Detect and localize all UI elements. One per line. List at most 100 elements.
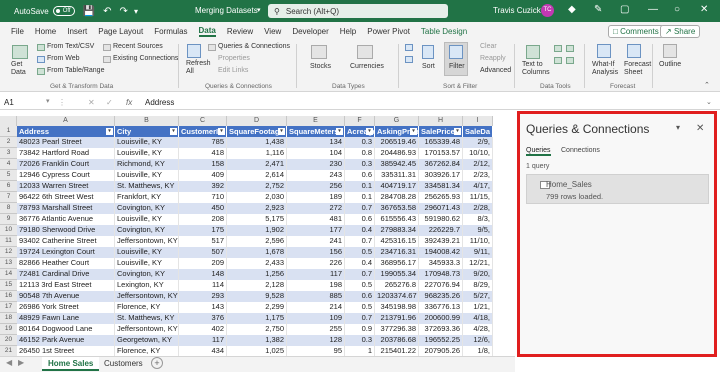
table-cell[interactable]: 1,902 (227, 225, 287, 236)
column-header[interactable]: G (375, 116, 419, 126)
table-cell[interactable]: 4/28, (463, 324, 493, 335)
table-cell[interactable]: 303926.17 (419, 170, 463, 181)
reapply-button[interactable]: Reapply (480, 55, 506, 62)
table-cell[interactable]: 2,030 (227, 192, 287, 203)
table-cell[interactable]: 0.6 (345, 291, 375, 302)
table-cell[interactable]: 128 (287, 335, 345, 346)
table-cell[interactable]: Louisville, KY (115, 170, 179, 181)
table-cell[interactable]: 293 (179, 291, 227, 302)
table-cell[interactable]: 255 (287, 324, 345, 335)
cancel-icon[interactable]: ✕ (88, 96, 95, 110)
table-cell[interactable]: 9/20, (463, 269, 493, 280)
table-cell[interactable]: 0.3 (345, 159, 375, 170)
share-button[interactable]: ↗ Share (660, 25, 701, 38)
undo-icon[interactable]: ↶ (103, 6, 111, 17)
sort-za-icon[interactable] (405, 56, 413, 63)
table-header-cell[interactable]: CustomerID ▾ (179, 126, 227, 137)
table-cell[interactable]: 2/12, (463, 159, 493, 170)
table-cell[interactable]: 0.8 (345, 148, 375, 159)
table-cell[interactable]: 368956.17 (375, 258, 419, 269)
tab-view[interactable]: View (264, 27, 281, 36)
table-cell[interactable]: 409 (179, 170, 227, 181)
customize-qat-icon[interactable]: ▾ (134, 7, 138, 16)
table-cell[interactable]: 2/23, (463, 170, 493, 181)
tab-file[interactable]: File (11, 27, 24, 36)
table-cell[interactable]: 450 (179, 203, 227, 214)
table-header-cell[interactable]: Acreage ▾ (345, 126, 375, 137)
filter-dropdown-icon[interactable]: ▾ (336, 128, 343, 135)
add-sheet-button[interactable]: + (151, 357, 163, 369)
table-cell[interactable]: 213791.96 (375, 313, 419, 324)
minimize-icon[interactable]: — (648, 4, 658, 15)
table-cell[interactable]: 279883.34 (375, 225, 419, 236)
table-cell[interactable]: 265276.8 (375, 280, 419, 291)
table-cell[interactable]: 143 (179, 302, 227, 313)
scroll-tabs-right-icon[interactable]: ▶ (18, 358, 24, 367)
table-cell[interactable]: 12113 3rd East Street (17, 280, 115, 291)
table-cell[interactable]: 198 (287, 280, 345, 291)
properties-button[interactable]: Properties (218, 55, 250, 62)
enter-icon[interactable]: ✓ (106, 96, 113, 110)
row-header[interactable]: 18 (0, 313, 17, 324)
ribbon-display-icon[interactable]: ▢ (620, 4, 629, 15)
table-cell[interactable]: 2,299 (227, 302, 287, 313)
clear-button[interactable]: Clear (480, 43, 497, 50)
table-cell[interactable]: 367262.84 (419, 159, 463, 170)
table-cell[interactable]: 0.3 (345, 137, 375, 148)
filter-dropdown-icon[interactable]: ▾ (106, 128, 113, 135)
tab-formulas[interactable]: Formulas (154, 27, 187, 36)
sort-button[interactable]: Sort (422, 63, 435, 70)
row-header[interactable]: 8 (0, 203, 17, 214)
tab-queries[interactable]: Queries (526, 147, 551, 156)
sort-az-icon[interactable] (405, 44, 413, 51)
table-cell[interactable]: 2/9, (463, 137, 493, 148)
table-cell[interactable]: 2,923 (227, 203, 287, 214)
table-cell[interactable]: Jeffersontown, KY (115, 236, 179, 247)
table-cell[interactable]: 48929 Fawn Lane (17, 313, 115, 324)
pen-icon[interactable]: ✎ (594, 4, 602, 15)
row-header[interactable]: 10 (0, 225, 17, 236)
tab-table-design[interactable]: Table Design (421, 27, 467, 36)
flash-fill-icon[interactable] (554, 45, 562, 52)
existing-connections-button[interactable]: Existing Connections (113, 55, 178, 62)
table-cell[interactable]: 785 (179, 137, 227, 148)
table-cell[interactable]: 104 (287, 148, 345, 159)
column-header[interactable]: E (287, 116, 345, 126)
table-cell[interactable]: 591980.62 (419, 214, 463, 225)
table-cell[interactable]: Lexington, KY (115, 280, 179, 291)
close-icon[interactable]: ✕ (696, 123, 704, 134)
spreadsheet-grid[interactable]: A B C D E F G H I 1 Address ▾ City ▾ CustomerID ▾ Square… (0, 112, 515, 356)
table-cell[interactable]: 196552.25 (419, 335, 463, 346)
table-cell[interactable]: 335311.31 (375, 170, 419, 181)
table-cell[interactable]: 9,528 (227, 291, 287, 302)
column-header[interactable]: A (17, 116, 115, 126)
table-cell[interactable]: 73842 Hartford Road (17, 148, 115, 159)
tab-insert[interactable]: Insert (67, 27, 87, 36)
table-cell[interactable]: 392439.21 (419, 236, 463, 247)
table-header-cell[interactable]: SquareFootage ▾ (227, 126, 287, 137)
name-box-dropdown-icon[interactable]: ▾ (46, 97, 50, 105)
table-cell[interactable]: 0.5 (345, 280, 375, 291)
autosave-toggle[interactable]: Off (52, 6, 75, 16)
table-cell[interactable]: 434 (179, 346, 227, 356)
table-cell[interactable]: 968235.26 (419, 291, 463, 302)
table-cell[interactable]: 418 (179, 148, 227, 159)
table-cell[interactable]: 12946 Cypress Court (17, 170, 115, 181)
table-cell[interactable]: 72026 Franklin Court (17, 159, 115, 170)
table-cell[interactable]: 214 (287, 302, 345, 313)
table-cell[interactable]: 78793 Marshall Street (17, 203, 115, 214)
table-cell[interactable]: 209 (179, 258, 227, 269)
table-cell[interactable]: 1/8, (463, 346, 493, 356)
what-if-analysis-button[interactable]: What-If Analysis (592, 61, 618, 77)
sheet-tab-customers[interactable]: Customers (98, 357, 149, 371)
table-cell[interactable]: 372693.36 (419, 324, 463, 335)
table-cell[interactable]: 72481 Cardinal Drive (17, 269, 115, 280)
table-header-cell[interactable]: City ▾ (115, 126, 179, 137)
table-header-cell[interactable]: SaleDa (463, 126, 493, 137)
table-cell[interactable]: 1,025 (227, 346, 287, 356)
outline-button[interactable]: Outline (659, 61, 681, 68)
row-header[interactable]: 17 (0, 302, 17, 313)
table-cell[interactable]: 4/18, (463, 313, 493, 324)
tab-data[interactable]: Data (198, 26, 216, 37)
table-cell[interactable]: 93402 Catherine Street (17, 236, 115, 247)
